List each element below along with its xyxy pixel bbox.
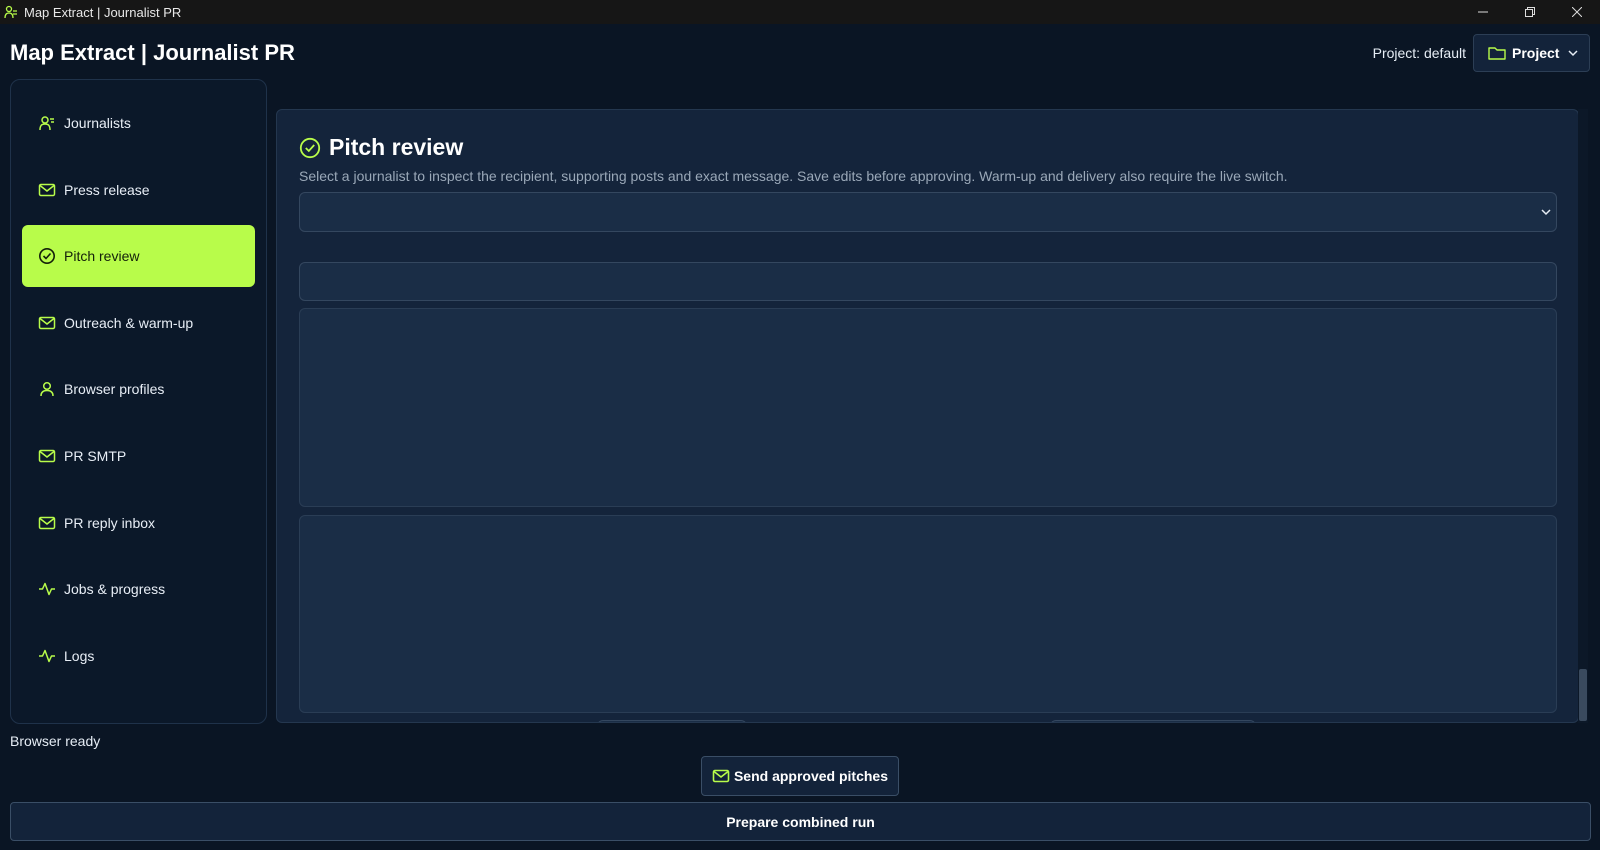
sidebar-item-press-release[interactable]: Press release [22, 159, 255, 221]
user-icon [38, 380, 56, 398]
sidebar-item-journalists[interactable]: Journalists [22, 92, 255, 154]
sidebar-item-label: Browser profiles [64, 381, 165, 398]
sidebar-item-label: PR reply inbox [64, 514, 156, 531]
send-approved-pitches-button[interactable]: Send approved pitches [701, 756, 899, 796]
scrollbar-thumb[interactable] [1579, 669, 1587, 721]
mail-icon [712, 767, 730, 785]
sidebar-item-pr-smtp[interactable]: PR SMTP [22, 425, 255, 487]
mail-check-icon [38, 314, 56, 332]
activity-icon [38, 647, 56, 665]
page-title-row: Pitch review [299, 134, 463, 161]
activity-icon [38, 580, 56, 598]
sidebar-item-label: Pitch review [64, 248, 140, 265]
chevron-down-icon [1540, 206, 1552, 218]
subject-input[interactable] [299, 262, 1557, 301]
mail-icon [38, 447, 56, 465]
sidebar-item-label: Logs [64, 647, 95, 664]
prepare-combined-run-button[interactable]: Prepare combined run [10, 802, 1591, 841]
close-icon[interactable] [1553, 0, 1600, 24]
sidebar-item-jobs-progress[interactable]: Jobs & progress [22, 558, 255, 620]
pitch-review-panel: Pitch review Select a journalist to insp… [276, 109, 1579, 723]
check-circle-icon [299, 137, 321, 159]
project-label: Project: default [1372, 45, 1466, 61]
action-button[interactable] [1050, 720, 1256, 722]
send-approved-pitches-label: Send approved pitches [733, 768, 889, 784]
action-button[interactable] [597, 720, 747, 722]
supporting-posts-area[interactable] [299, 308, 1557, 507]
page-description: Select a journalist to inspect the recip… [299, 168, 1288, 184]
prepare-combined-run-label: Prepare combined run [726, 813, 875, 830]
project-button-label: Project [1512, 45, 1560, 61]
window-controls [1459, 0, 1600, 24]
message-textarea[interactable] [299, 515, 1557, 713]
sidebar-item-pr-reply-inbox[interactable]: PR reply inbox [22, 492, 255, 554]
app-icon [4, 5, 18, 19]
chevron-down-icon [1567, 47, 1579, 59]
mail-icon [38, 181, 56, 199]
scrollbar[interactable] [1578, 109, 1588, 723]
journalist-select[interactable] [299, 192, 1557, 232]
check-circle-icon [38, 247, 56, 265]
app-title: Map Extract | Journalist PR [10, 40, 295, 65]
sidebar-item-label: Press release [64, 181, 150, 198]
restore-icon[interactable] [1506, 0, 1553, 24]
page-title: Pitch review [329, 134, 464, 160]
sidebar-item-pitch-review[interactable]: Pitch review [22, 225, 255, 288]
window-title: Map Extract | Journalist PR [24, 4, 182, 20]
sidebar-item-label: PR SMTP [64, 447, 127, 464]
sidebar-item-label: Outreach & warm-up [64, 314, 194, 331]
window-titlebar: Map Extract | Journalist PR [0, 0, 1600, 24]
folder-icon [1488, 45, 1506, 61]
journalists-icon [38, 114, 56, 132]
sidebar-item-browser-profiles[interactable]: Browser profiles [22, 358, 255, 420]
sidebar-item-logs[interactable]: Logs [22, 625, 255, 687]
project-button[interactable]: Project [1473, 34, 1590, 72]
status-text: Browser ready [10, 733, 101, 749]
sidebar-item-label: Journalists [64, 115, 131, 131]
mail-icon [38, 514, 56, 532]
sidebar: Journalists Press release Pitch review O… [10, 79, 267, 724]
minimize-icon[interactable] [1459, 0, 1506, 24]
sidebar-item-label: Jobs & progress [64, 581, 166, 598]
sidebar-item-outreach[interactable]: Outreach & warm-up [22, 292, 255, 354]
